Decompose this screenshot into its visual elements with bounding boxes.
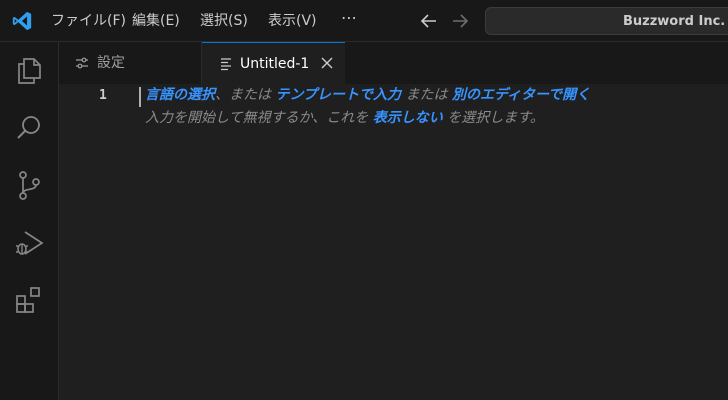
tab-untitled-label: Untitled-1 [240, 56, 310, 72]
title-bar: ファイル(F) 編集(E) 選択(S) 表示(V) ⋯ Buzzword Inc… [0, 0, 728, 42]
line-number: 1 [99, 88, 107, 103]
open-different-editor-link[interactable]: 別のエディターで開く [452, 87, 590, 103]
hint-text-end: を選択します。 [447, 110, 544, 126]
hint-text-or-2: または [405, 87, 448, 103]
hint-text-start: 入力を開始して無視するか、これを [145, 110, 369, 126]
dont-show-link[interactable]: 表示しない [373, 110, 443, 126]
menu-file[interactable]: ファイル(F) [51, 13, 126, 29]
explorer-icon[interactable] [13, 54, 45, 86]
tab-settings-label: 設定 [97, 55, 125, 71]
menu-selection[interactable]: 選択(S) [200, 13, 248, 29]
editor-hint-line-1: 言語の選択、または テンプレートで入力 または 別のエディターで開く [145, 86, 590, 104]
text-cursor [139, 87, 141, 107]
search-icon[interactable] [13, 112, 45, 144]
hint-text-or-1: 、または [215, 87, 271, 103]
text-file-icon [221, 58, 231, 71]
menu-view[interactable]: 表示(V) [268, 13, 317, 29]
tab-untitled-1[interactable]: Untitled-1 [202, 42, 345, 84]
menu-edit[interactable]: 編集(E) [132, 13, 180, 29]
source-control-icon[interactable] [13, 169, 45, 201]
search-box-label: Buzzword Inc. [623, 14, 726, 29]
tab-settings[interactable]: 設定 [59, 42, 202, 84]
select-language-link[interactable]: 言語の選択 [145, 87, 215, 103]
run-debug-icon[interactable] [13, 227, 45, 259]
fill-with-template-link[interactable]: テンプレートで入力 [275, 87, 401, 103]
activity-bar [0, 42, 59, 400]
command-center-search[interactable]: Buzzword Inc. [485, 7, 728, 35]
vscode-logo-icon[interactable] [10, 10, 34, 32]
settings-sliders-icon [76, 57, 88, 69]
menu-more[interactable]: ⋯ [341, 10, 357, 26]
back-arrow-icon[interactable] [420, 11, 438, 31]
forward-arrow-icon[interactable] [451, 11, 469, 31]
extensions-icon[interactable] [13, 284, 45, 316]
tab-bar: 設定 Untitled-1 [59, 42, 728, 84]
editor-area[interactable]: 1 言語の選択、または テンプレートで入力 または 別のエディターで開く 入力を… [59, 84, 728, 400]
editor-hint-line-2: 入力を開始して無視するか、これを 表示しない を選択します。 [145, 109, 544, 127]
close-icon[interactable] [320, 56, 334, 70]
